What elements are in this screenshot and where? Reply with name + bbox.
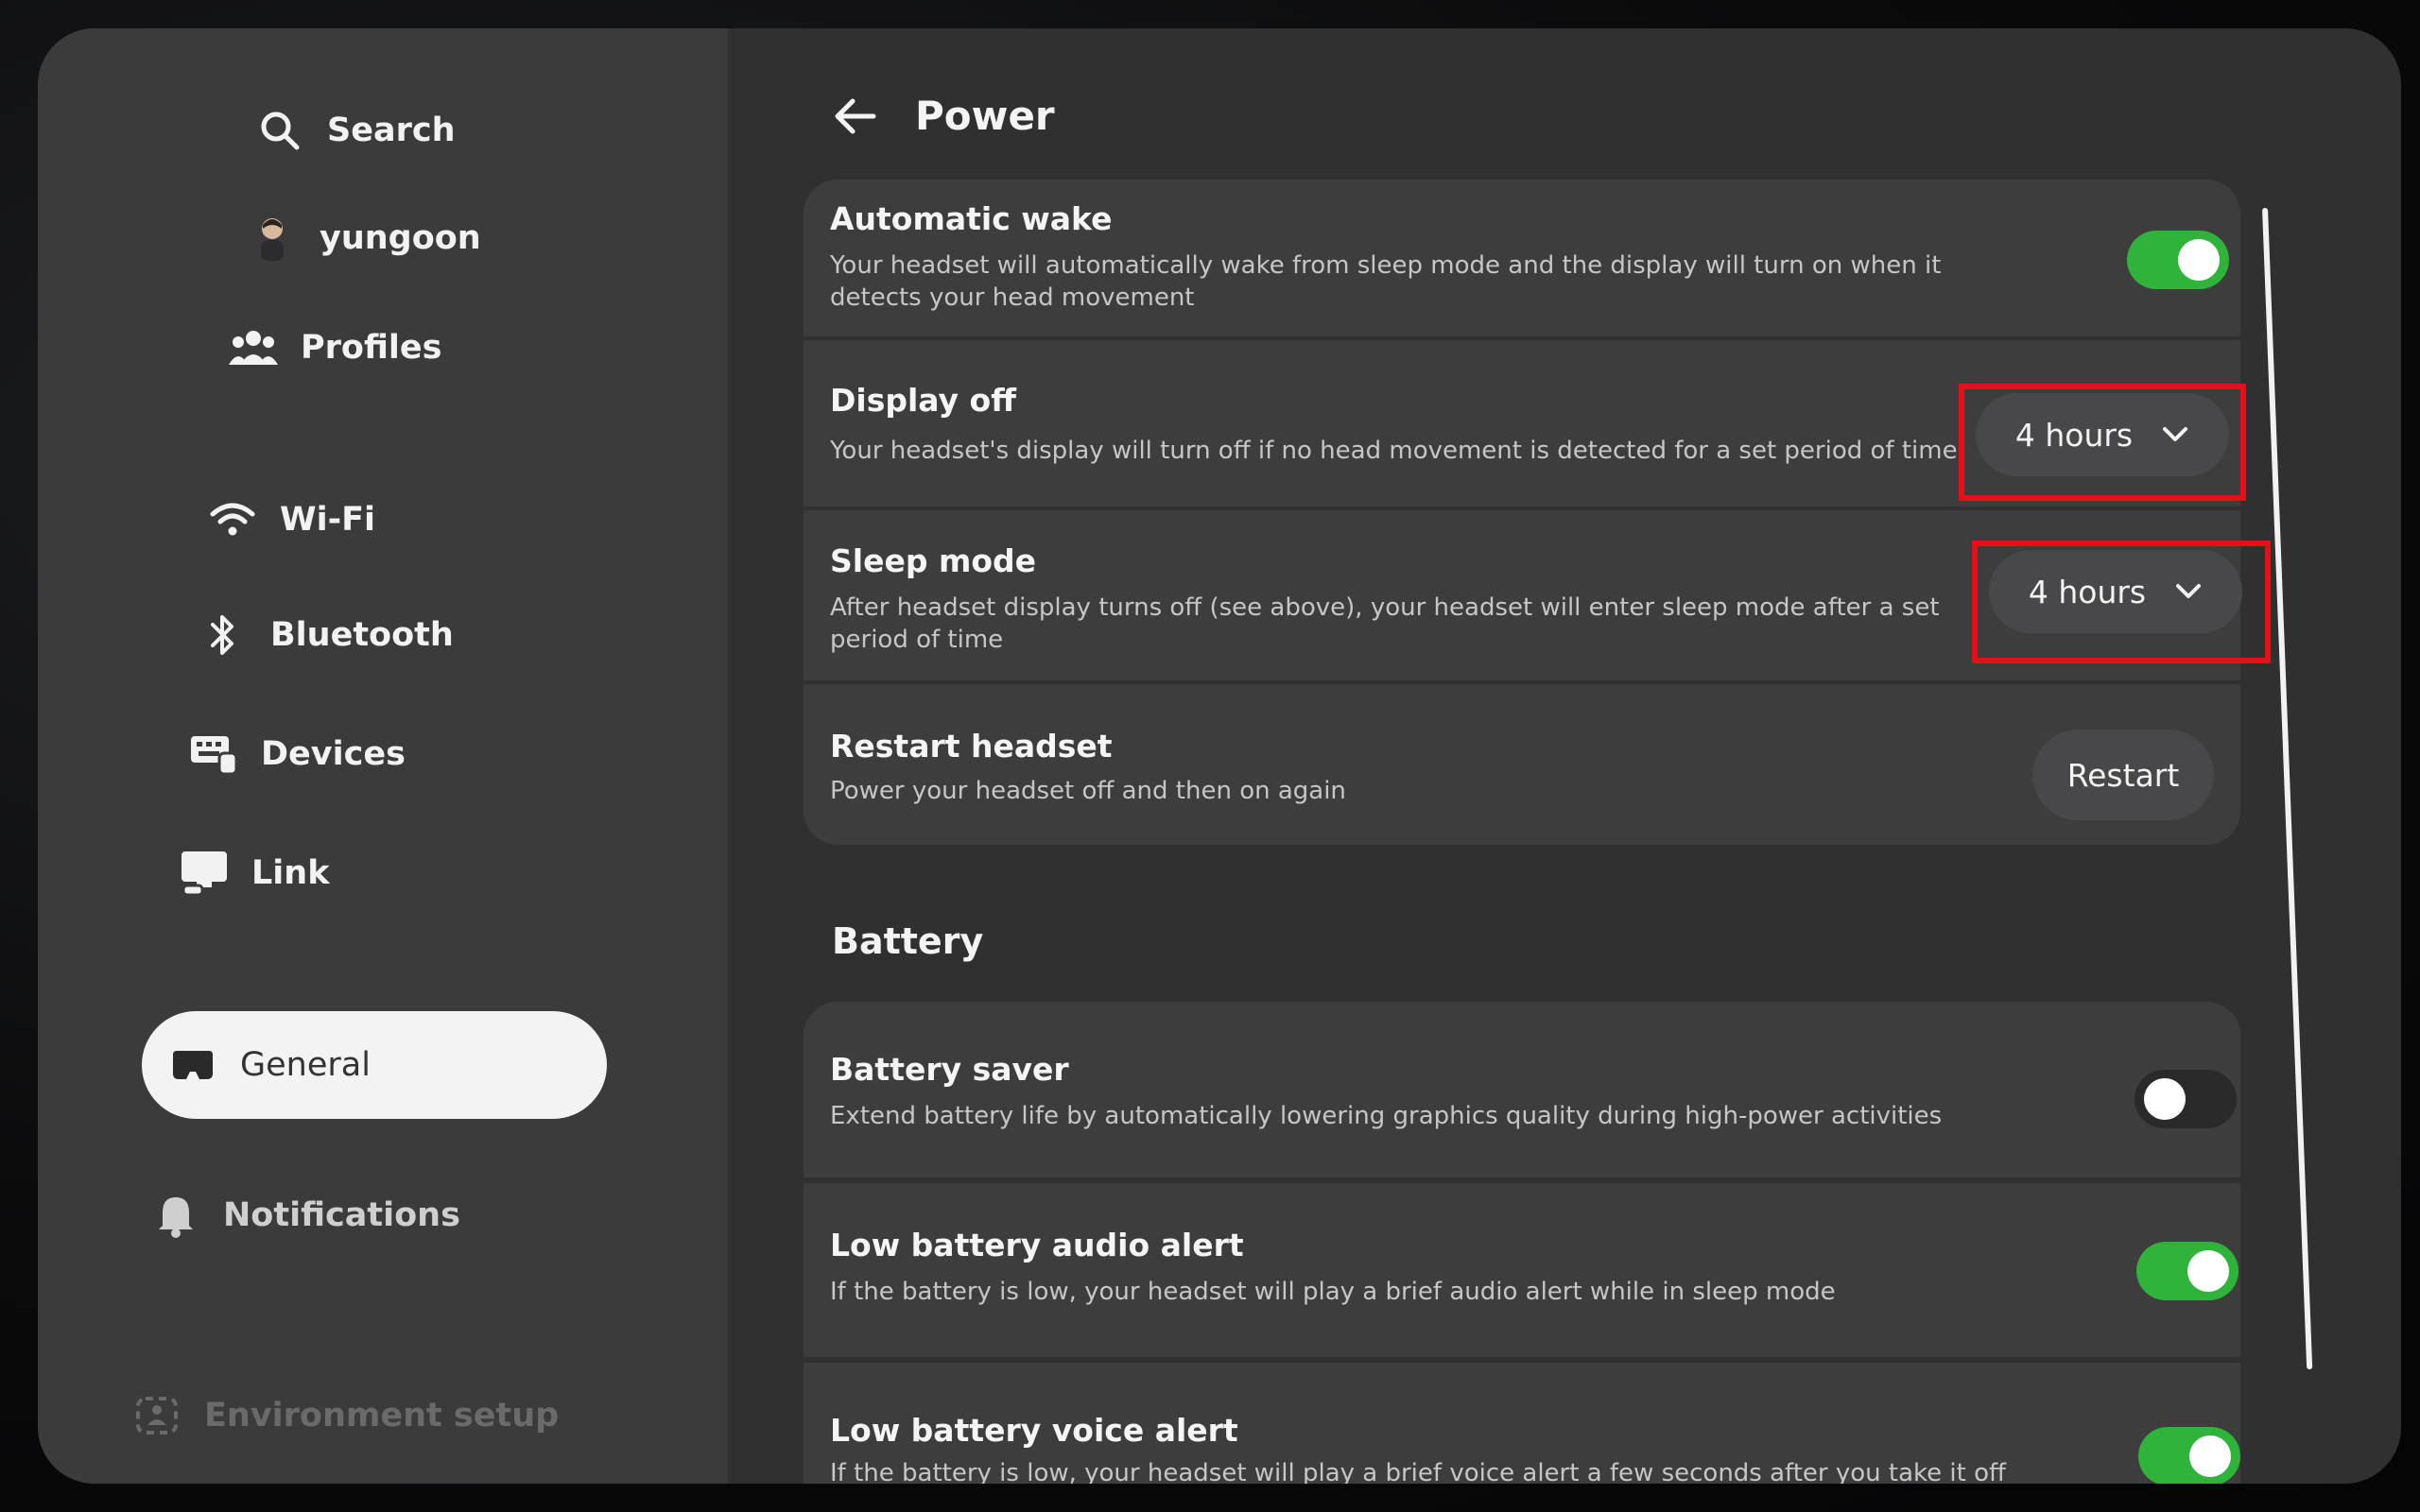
setting-title: Restart headset (830, 728, 1113, 765)
setting-title: Low battery audio alert (830, 1227, 1244, 1263)
section-title-battery: Battery (832, 920, 984, 962)
link-icon (180, 849, 229, 898)
low-battery-audio-toggle[interactable] (2136, 1242, 2238, 1300)
main-panel: Power Automatic wake Your headset will a… (728, 28, 2401, 1484)
setting-row-low-battery-voice: Low battery voice alert If the battery i… (804, 1363, 2240, 1484)
sidebar-item-user[interactable]: yungoon (248, 214, 481, 263)
setting-title: Sleep mode (830, 542, 1037, 579)
sidebar-item-label: Profiles (301, 329, 442, 367)
sidebar-item-search[interactable]: Search (255, 106, 456, 155)
setting-row-low-battery-audio: Low battery audio alert If the battery i… (804, 1183, 2240, 1357)
highlight-box (1959, 384, 2246, 501)
setting-title: Low battery voice alert (830, 1412, 1238, 1449)
setting-description: Your headset will automatically wake fro… (830, 251, 1942, 312)
setting-row-display-off: Display off Your headset's display will … (804, 340, 2246, 507)
setting-title: Display off (830, 382, 1016, 419)
back-arrow-icon[interactable] (832, 97, 877, 135)
setting-title: Battery saver (830, 1051, 1069, 1088)
page-header: Power (832, 93, 1055, 139)
sidebar-item-profiles[interactable]: Profiles (229, 323, 441, 372)
restart-button[interactable]: Restart (2032, 730, 2214, 820)
sidebar-item-wifi[interactable]: Wi-Fi (208, 495, 375, 544)
sidebar-item-label: yungoon (320, 219, 481, 257)
people-icon (229, 323, 278, 372)
scrollbar[interactable] (2262, 207, 2313, 1370)
setting-title: Automatic wake (830, 200, 1113, 237)
environment-icon (132, 1391, 182, 1440)
sidebar-item-label: Devices (261, 735, 406, 773)
search-icon (255, 106, 304, 155)
setting-row-sleep-mode: Sleep mode After headset display turns o… (804, 510, 2271, 680)
setting-description: If the battery is low, your headset will… (830, 1459, 2006, 1484)
sidebar-item-general[interactable]: General (142, 1011, 607, 1119)
sidebar-item-label: Bluetooth (270, 616, 454, 654)
setting-row-battery-saver: Battery saver Extend battery life by aut… (804, 1002, 2240, 1177)
sidebar-item-label: Notifications (223, 1196, 460, 1234)
setting-description: Power your headset off and then on again (830, 777, 1346, 805)
low-battery-voice-toggle[interactable] (2138, 1427, 2240, 1484)
bell-icon (151, 1191, 200, 1240)
sidebar-item-label: Search (327, 112, 456, 149)
sidebar-item-label: Environment setup (204, 1397, 560, 1435)
page-title: Power (915, 93, 1055, 139)
devices-icon (189, 730, 238, 779)
sidebar-item-label: Link (251, 854, 330, 892)
headset-icon (168, 1040, 217, 1090)
sidebar-item-devices[interactable]: Devices (189, 730, 406, 779)
setting-description: If the battery is low, your headset will… (830, 1278, 1836, 1306)
avatar (248, 214, 297, 263)
sidebar: Search yungoon Profiles Wi-Fi Bluetooth (38, 28, 728, 1484)
setting-description: Extend battery life by automatically low… (830, 1102, 1943, 1130)
wifi-icon (208, 495, 257, 544)
sidebar-item-label: Wi-Fi (280, 501, 376, 539)
highlight-box (1972, 541, 2271, 663)
automatic-wake-toggle[interactable] (2127, 231, 2229, 289)
battery-saver-toggle[interactable] (2135, 1070, 2237, 1128)
settings-window: Search yungoon Profiles Wi-Fi Bluetooth (38, 28, 2401, 1484)
setting-description: After headset display turns off (see abo… (830, 593, 1940, 654)
setting-row-restart: Restart headset Power your headset off a… (804, 684, 2240, 845)
setting-description: Your headset's display will turn off if … (830, 437, 1958, 465)
bluetooth-icon (199, 610, 248, 660)
sidebar-item-bluetooth[interactable]: Bluetooth (199, 610, 454, 660)
sidebar-item-link[interactable]: Link (180, 849, 330, 898)
setting-row-automatic-wake: Automatic wake Your headset will automat… (804, 180, 2240, 336)
sidebar-item-notifications[interactable]: Notifications (151, 1191, 460, 1240)
sidebar-item-label: General (240, 1046, 371, 1084)
sidebar-item-environment[interactable]: Environment setup (132, 1391, 559, 1440)
